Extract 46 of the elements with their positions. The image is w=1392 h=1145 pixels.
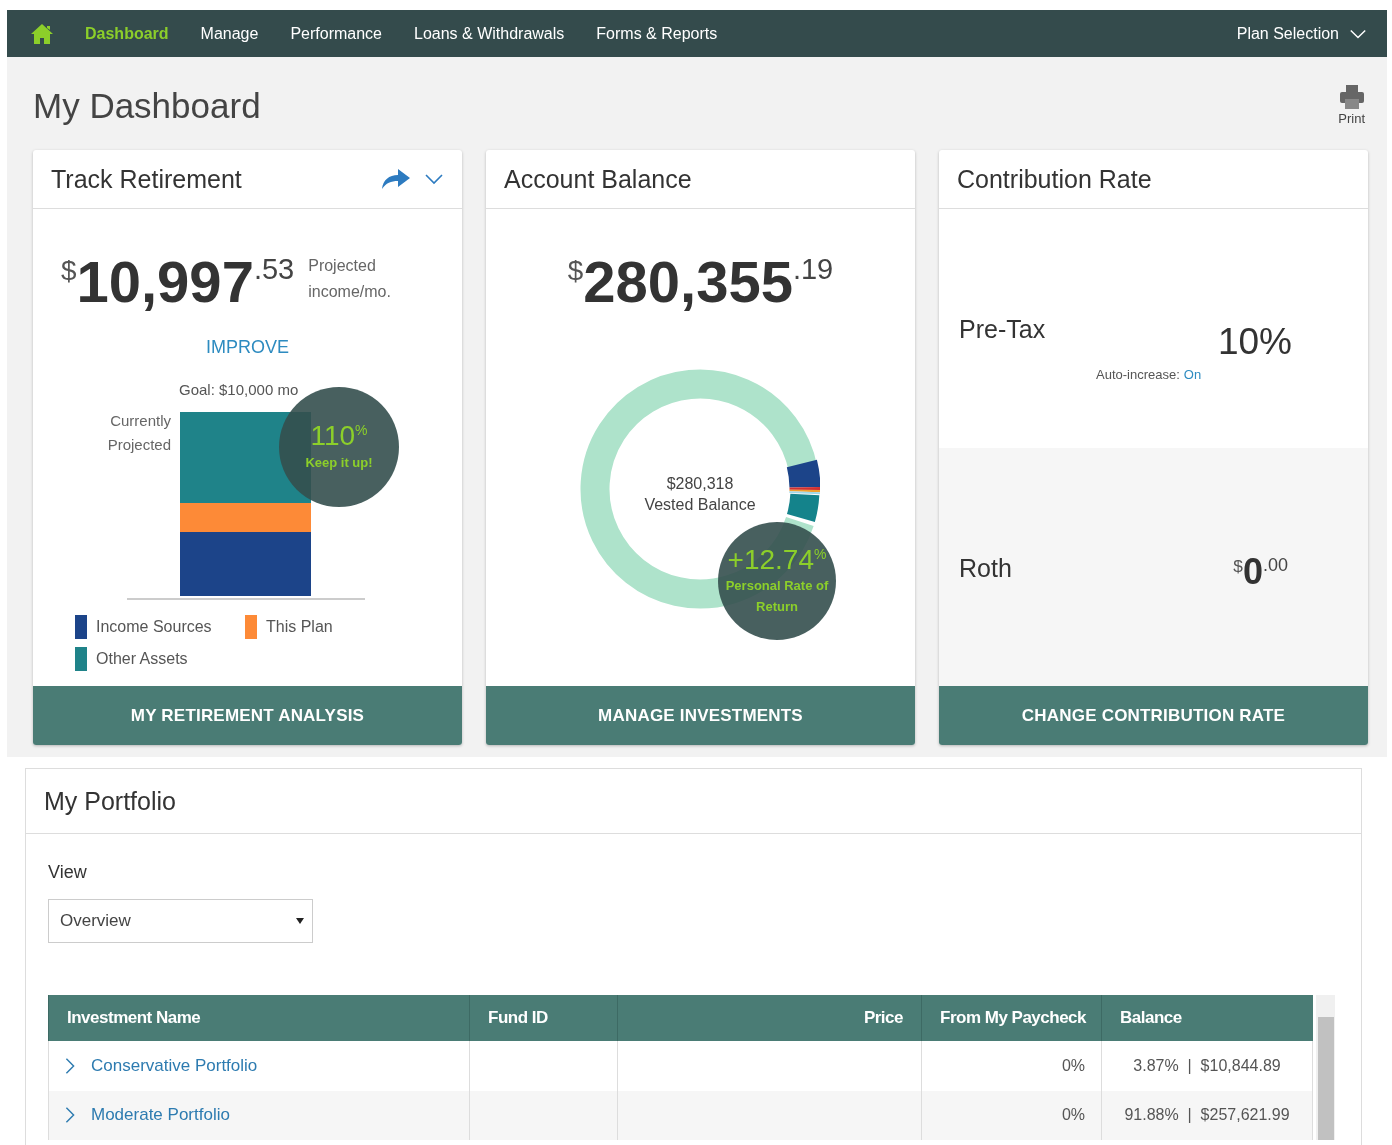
scrollbar[interactable]	[1316, 995, 1335, 1140]
column-header: Price	[617, 995, 922, 1041]
table-cell: 0%	[921, 1090, 1102, 1140]
vested-balance-label: $280,318 Vested Balance	[643, 474, 757, 515]
legend-label: Income Sources	[96, 618, 212, 636]
view-label: View	[48, 862, 88, 883]
nav-tab[interactable]: Manage	[200, 24, 259, 43]
table-cell: 0%	[921, 1041, 1102, 1091]
goal-label: Goal: $10,000 mo	[179, 381, 299, 398]
auto-increase-label: Auto-increase:	[1096, 367, 1180, 382]
card-title: Contribution Rate	[957, 164, 1153, 194]
nav-tab[interactable]: Dashboard	[85, 24, 169, 43]
bar-label: Currently Projected	[106, 411, 171, 455]
plan-selection-dropdown[interactable]: Plan Selection	[1236, 24, 1367, 43]
retirement-analysis-button[interactable]: MY RETIREMENT ANALYSIS	[33, 686, 462, 745]
improve-link[interactable]: IMPROVE	[206, 337, 289, 358]
manage-investments-button[interactable]: MANAGE INVESTMENTS	[486, 686, 915, 745]
column-header: From My Paycheck	[921, 995, 1102, 1041]
caret-icon	[296, 918, 304, 924]
column-header: Balance	[1101, 995, 1313, 1041]
table-cell: 91.88% | $257,621.99	[1101, 1090, 1313, 1140]
legend-label: This Plan	[266, 618, 333, 636]
contribution-rate-value: 10%	[1217, 321, 1292, 363]
table-cell: 3.87% | $10,844.89	[1101, 1041, 1313, 1091]
home-icon[interactable]	[31, 23, 53, 44]
page-title: My Dashboard	[33, 85, 261, 126]
share-arrow-icon[interactable]	[382, 169, 410, 189]
card-title: Account Balance	[504, 164, 693, 194]
nav-tab[interactable]: Loans & Withdrawals	[414, 24, 565, 43]
investment-link[interactable]: Moderate Portfolio	[91, 1105, 230, 1126]
nav-tab[interactable]: Forms & Reports	[596, 24, 718, 43]
nav-tab[interactable]: Performance	[290, 24, 382, 43]
column-header: Investment Name	[48, 995, 470, 1041]
legend-label: Other Assets	[96, 650, 188, 668]
investment-link[interactable]: Conservative Portfolio	[91, 1055, 258, 1076]
change-contribution-button[interactable]: CHANGE CONTRIBUTION RATE	[939, 686, 1368, 745]
amount-caption: Projected income/mo.	[308, 256, 392, 302]
contribution-label: Pre-Tax	[959, 315, 1046, 344]
print-button[interactable]: Print	[1338, 85, 1365, 126]
auto-increase-link[interactable]: On	[1183, 367, 1202, 382]
card-title: Track Retirement	[51, 164, 243, 194]
rate-of-return-badge: +12.74$^{%}$ Personal Rate of Return	[718, 522, 836, 640]
view-select[interactable]: Overview	[48, 899, 313, 943]
column-header: Fund ID	[469, 995, 618, 1041]
panel-title: My Portfolio	[44, 786, 177, 816]
contribution-label: Roth	[959, 553, 1012, 583]
